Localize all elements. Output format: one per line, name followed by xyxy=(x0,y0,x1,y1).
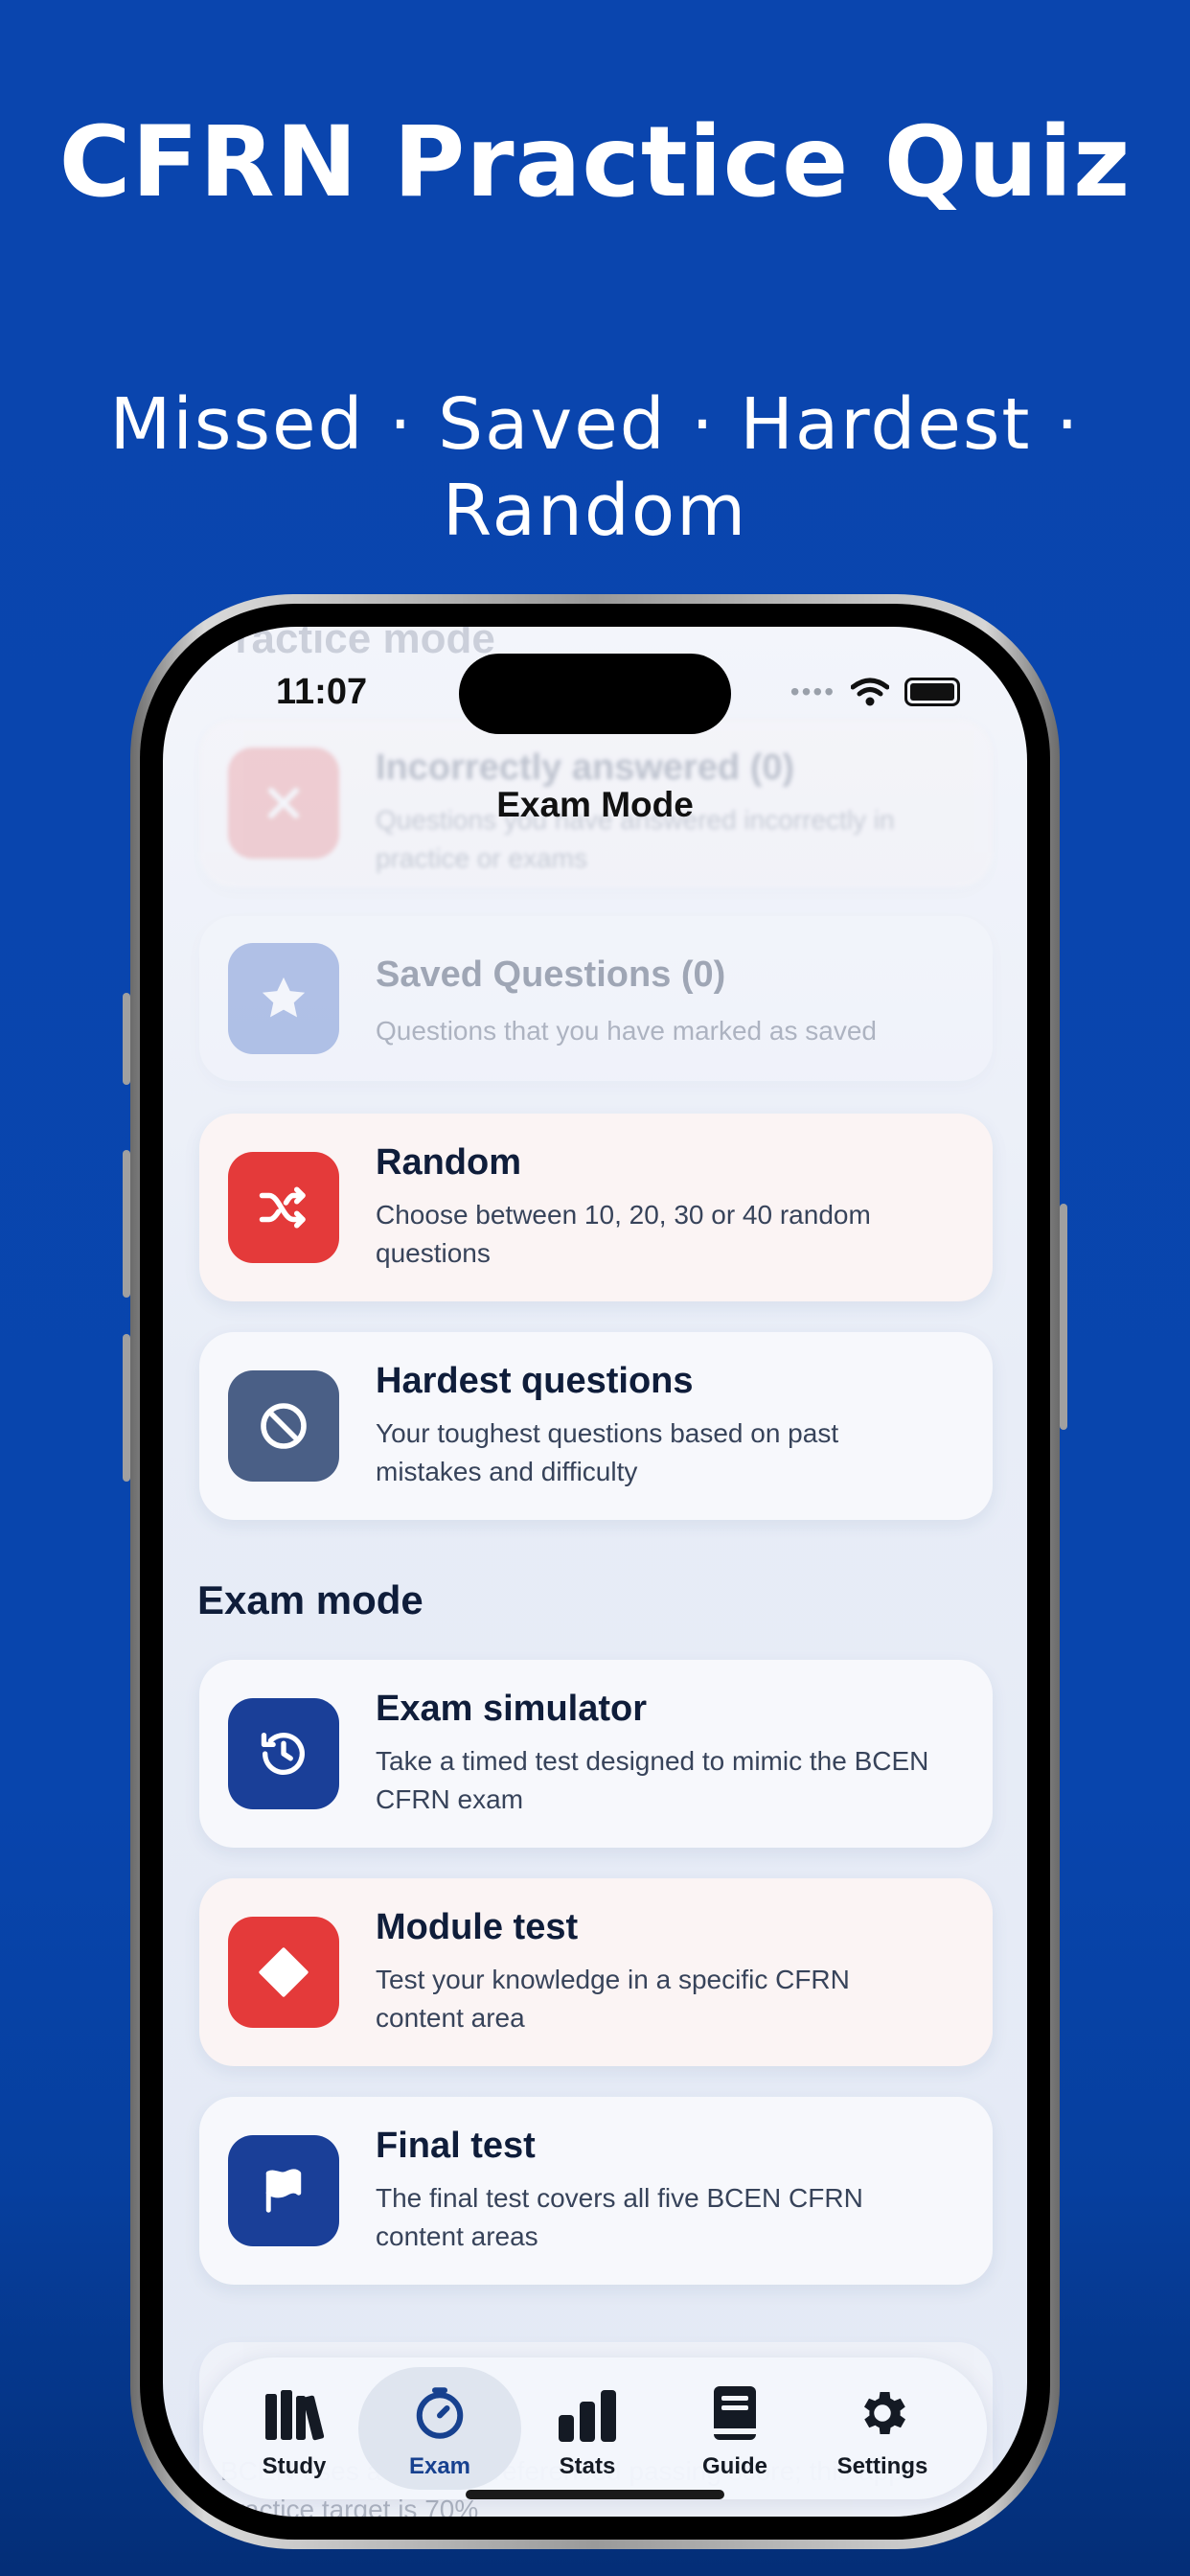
home-indicator[interactable] xyxy=(466,2490,724,2499)
card-title: Saved Questions (0) xyxy=(376,954,726,995)
nav-title: Exam Mode xyxy=(496,785,694,824)
dynamic-island xyxy=(459,654,731,734)
signal-dots-icon: •••• xyxy=(790,677,835,706)
bar-chart-icon xyxy=(559,2390,616,2442)
tab-label: Stats xyxy=(559,2453,616,2479)
flag-icon xyxy=(228,2135,339,2246)
books-icon xyxy=(265,2390,325,2441)
card-saved-questions[interactable]: Saved Questions (0) Questions that you h… xyxy=(199,916,993,1081)
card-description: Questions that you have marked as saved xyxy=(376,1016,877,1046)
tab-label: Settings xyxy=(836,2453,928,2479)
star-icon xyxy=(228,943,339,1054)
card-random[interactable]: Random Choose between 10, 20, 30 or 40 r… xyxy=(199,1114,993,1301)
gear-icon xyxy=(864,2392,905,2434)
tab-settings[interactable]: Settings xyxy=(811,2358,954,2499)
timer-icon xyxy=(416,2387,464,2439)
card-title: Hardest questions xyxy=(376,1361,694,1401)
card-description: Take a timed test designed to mimic the … xyxy=(376,1746,929,1814)
card-title: Incorrectly answered (0) xyxy=(376,748,795,788)
card-title: Module test xyxy=(376,1907,579,1947)
history-clock-icon xyxy=(228,1698,339,1809)
book-icon xyxy=(714,2386,756,2440)
tab-guide[interactable]: Guide xyxy=(663,2358,807,2499)
prohibited-icon xyxy=(228,1370,339,1482)
tab-bar: Study Exam Stats Guide Settings xyxy=(203,2358,987,2499)
tab-exam[interactable]: Exam xyxy=(368,2358,512,2499)
diamond-icon xyxy=(228,1917,339,2028)
card-exam-simulator[interactable]: Exam simulator Take a timed test designe… xyxy=(199,1660,993,1848)
tab-label: Guide xyxy=(701,2453,767,2479)
tab-label: Exam xyxy=(408,2453,471,2479)
card-title: Final test xyxy=(376,2126,536,2166)
shuffle-icon xyxy=(228,1152,339,1263)
phone-action-button xyxy=(123,993,130,1085)
card-hardest-questions[interactable]: Hardest questions Your toughest question… xyxy=(199,1332,993,1520)
promo-subhead: Missed · Saved · Hardest · Random xyxy=(109,383,1081,552)
card-description: Choose between 10, 20, 30 or 40 random q… xyxy=(376,1200,871,1268)
battery-icon xyxy=(904,678,960,706)
phone-volume-down-button xyxy=(123,1334,130,1482)
exam-section-title: Exam mode xyxy=(197,1577,423,1622)
card-final-test[interactable]: Final test The final test covers all fiv… xyxy=(199,2097,993,2285)
promo-headline: CFRN Practice Quiz xyxy=(58,105,1132,219)
card-description: Your toughest questions based on past mi… xyxy=(376,1418,839,1486)
wifi-icon xyxy=(851,678,889,706)
card-description: Test your knowledge in a specific CFRN c… xyxy=(376,1965,850,2033)
card-title: Random xyxy=(376,1142,521,1183)
status-icons: •••• xyxy=(790,677,960,707)
phone-screen: Practice mode Incorrectly answered (0) Q… xyxy=(163,627,1027,2517)
phone-power-button xyxy=(1060,1204,1067,1430)
card-title: Exam simulator xyxy=(376,1689,647,1729)
tab-label: Study xyxy=(262,2453,327,2479)
card-module-test[interactable]: Module test Test your knowledge in a spe… xyxy=(199,1878,993,2066)
status-time: 11:07 xyxy=(276,672,368,712)
ghost-section-title: Practice mode xyxy=(207,627,495,662)
tab-study[interactable]: Study xyxy=(222,2358,366,2499)
tab-stats[interactable]: Stats xyxy=(515,2358,659,2499)
phone-volume-up-button xyxy=(123,1150,130,1298)
card-description: The final test covers all five BCEN CFRN… xyxy=(376,2183,863,2251)
